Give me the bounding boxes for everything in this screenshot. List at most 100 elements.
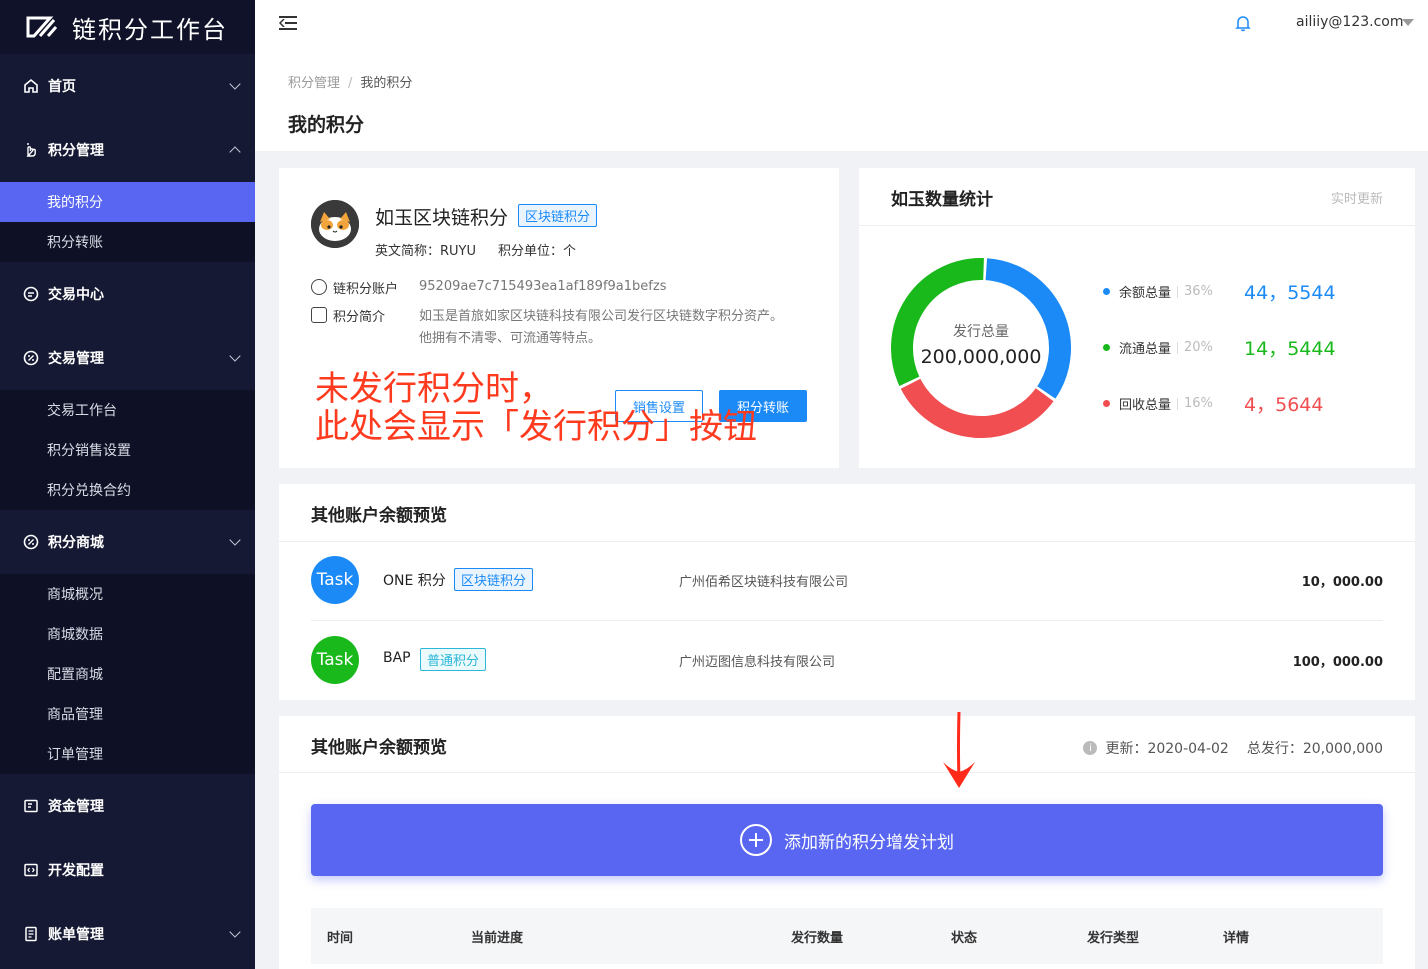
- legend-pct: 20%: [1184, 340, 1213, 355]
- sidebar-item-label: 开发配置: [48, 863, 104, 879]
- sidebar-item-exchange-contract[interactable]: 积分兑换合约: [0, 470, 255, 510]
- breadcrumb-parent[interactable]: 积分管理: [288, 76, 340, 91]
- page-header: 积分管理 / 我的积分 我的积分: [255, 54, 1428, 151]
- app-logo[interactable]: 链积分工作台: [0, 0, 255, 54]
- hand-icon: [22, 141, 40, 159]
- donut-segment: [900, 378, 1054, 438]
- percent-icon: [22, 533, 40, 551]
- caret-down-icon[interactable]: [1402, 19, 1414, 26]
- account-tag: 普通积分: [420, 648, 487, 671]
- percent-icon: [22, 349, 40, 367]
- bill-icon: [22, 925, 40, 943]
- sidebar-item-trade-workbench[interactable]: 交易工作台: [0, 390, 255, 430]
- legend-row-circulation: 流通总量 20% 14，5444: [1103, 334, 1336, 361]
- annotation-line: 未发行积分时，: [315, 369, 553, 409]
- sidebar-item-sales-settings[interactable]: 积分销售设置: [0, 430, 255, 470]
- legend-divider: [1177, 397, 1179, 410]
- legend-divider: [1177, 341, 1179, 354]
- app-title: 链积分工作台: [72, 15, 228, 44]
- other-accounts-card: 其他账户余额预览 Task ONE 积分 区块链积分 广州佰希区块链科技有限公司…: [279, 484, 1415, 700]
- sidebar-item-points-mall[interactable]: 积分商城: [0, 510, 255, 574]
- points-type-tag: 区块链积分: [518, 204, 598, 227]
- table-header: 时间 当前进度 发行数量 状态 发行类型 详情: [311, 908, 1383, 964]
- divider: [279, 772, 1415, 773]
- add-plan-button[interactable]: 添加新的积分增发计划: [311, 804, 1383, 876]
- sidebar-item-label: 资金管理: [48, 799, 104, 815]
- column-header: 发行类型: [1087, 931, 1140, 946]
- list-item[interactable]: Task BAP 普通积分 广州迈图信息科技有限公司 100，000.00: [311, 620, 1383, 700]
- sidebar-item-label: 交易中心: [48, 287, 104, 303]
- column-header: 发行数量: [791, 931, 844, 946]
- add-plan-label: 添加新的积分增发计划: [784, 832, 954, 853]
- points-unit: 积分单位：个: [498, 244, 577, 259]
- legend-dot: [1103, 288, 1110, 295]
- legend-row-balance: 余额总量 36% 44，5544: [1103, 278, 1336, 305]
- sidebar-item-bill-management[interactable]: 账单管理: [0, 902, 255, 966]
- sidebar-item-order-management[interactable]: 订单管理: [0, 734, 255, 774]
- legend-dot: [1103, 344, 1110, 351]
- plan-total: 总发行：20,000,000: [1246, 741, 1383, 757]
- donut-center-label: 发行总量: [953, 324, 1009, 340]
- account-value: 95209ae7c715493ea1af189f9a1befzs: [419, 279, 667, 294]
- sidebar-item-label: 积分管理: [48, 143, 104, 159]
- column-header: 当前进度: [471, 931, 524, 946]
- home-icon: [22, 77, 40, 95]
- wallet-icon: [22, 797, 40, 815]
- sidebar-item-points-transfer[interactable]: 积分转账: [0, 222, 255, 262]
- points-avatar: [311, 200, 359, 248]
- points-meta: 英文简称：RUYU 积分单位：个: [375, 240, 598, 259]
- stats-update-label: 实时更新: [1330, 192, 1383, 207]
- column-header: 时间: [327, 931, 354, 946]
- intro-row: 积分简介 如玉是首旅如家区块链科技有限公司发行区块链数字积分资产。他拥有不清零、…: [311, 306, 791, 350]
- submenu-trade: 交易工作台 积分销售设置 积分兑换合约: [0, 390, 255, 510]
- sidebar-item-home[interactable]: 首页: [0, 54, 255, 118]
- legend-value: 44，5544: [1244, 282, 1336, 304]
- account-row: 链积分账户 95209ae7c715493ea1af189f9a1befzs: [311, 278, 791, 297]
- page-title: 我的积分: [288, 114, 365, 136]
- legend-dot: [1103, 400, 1110, 407]
- sidebar-item-label: 积分商城: [48, 535, 104, 551]
- document-icon: [311, 307, 327, 323]
- sidebar-item-product-management[interactable]: 商品管理: [0, 694, 255, 734]
- bell-icon[interactable]: [1234, 14, 1252, 36]
- sidebar-item-trade-center[interactable]: 交易中心: [0, 262, 255, 326]
- plan-meta: i 更新：2020-04-02 总发行：20,000,000: [1083, 738, 1383, 758]
- sidebar-item-points-management[interactable]: 积分管理: [0, 118, 255, 182]
- account-amount: 10，000.00: [1301, 575, 1383, 590]
- points-abbr: 英文简称：RUYU: [375, 244, 477, 259]
- chevron-up-icon: [229, 146, 241, 158]
- legend-pct: 16%: [1184, 396, 1213, 411]
- account-name: ONE 积分: [383, 573, 446, 589]
- intro-label: 积分简介: [333, 310, 386, 325]
- stats-card: 如玉数量统计 实时更新 发行总量 200,000,000 余额总量 36% 44…: [859, 168, 1415, 468]
- sidebar-item-mall-overview[interactable]: 商城概况: [0, 574, 255, 614]
- sidebar-item-mall-data[interactable]: 商城数据: [0, 614, 255, 654]
- list-item[interactable]: Task ONE 积分 区块链积分 广州佰希区块链科技有限公司 10，000.0…: [311, 540, 1383, 620]
- account-company: 广州佰希区块链科技有限公司: [679, 575, 849, 590]
- chat-icon: [22, 285, 40, 303]
- menu-collapse-icon[interactable]: [279, 14, 299, 32]
- sidebar-item-fund-management[interactable]: 资金管理: [0, 774, 255, 838]
- info-icon: i: [1083, 741, 1098, 755]
- legend-name: 回收总量: [1119, 398, 1172, 413]
- sidebar-item-dev-config[interactable]: 开发配置: [0, 838, 255, 902]
- user-email[interactable]: ailiiy@123.com: [1296, 14, 1404, 30]
- sidebar-item-my-points[interactable]: 我的积分: [0, 182, 255, 222]
- column-header: 详情: [1223, 931, 1250, 946]
- top-header: ailiiy@123.com: [255, 0, 1428, 54]
- section-title: 其他账户余额预览: [311, 738, 447, 758]
- sidebar: 链积分工作台 首页 积分管理 我的积分 积分转账 交易中心 交易管理 交易工作台…: [0, 0, 255, 969]
- account-avatar: Task: [311, 636, 359, 684]
- sidebar-item-label: 首页: [48, 79, 76, 95]
- plus-circle-icon: [740, 824, 772, 856]
- annotation-arrow-icon: [943, 711, 975, 788]
- divider: [859, 225, 1415, 226]
- chevron-down-icon: [229, 350, 241, 362]
- legend-value: 14，5444: [1244, 338, 1336, 360]
- legend-pct: 36%: [1184, 284, 1213, 299]
- submenu-mall: 商城概况 商城数据 配置商城 商品管理 订单管理: [0, 574, 255, 774]
- column-header: 状态: [951, 931, 978, 946]
- sidebar-item-trade-management[interactable]: 交易管理: [0, 326, 255, 390]
- account-label: 链积分账户: [333, 282, 399, 297]
- sidebar-item-mall-config[interactable]: 配置商城: [0, 654, 255, 694]
